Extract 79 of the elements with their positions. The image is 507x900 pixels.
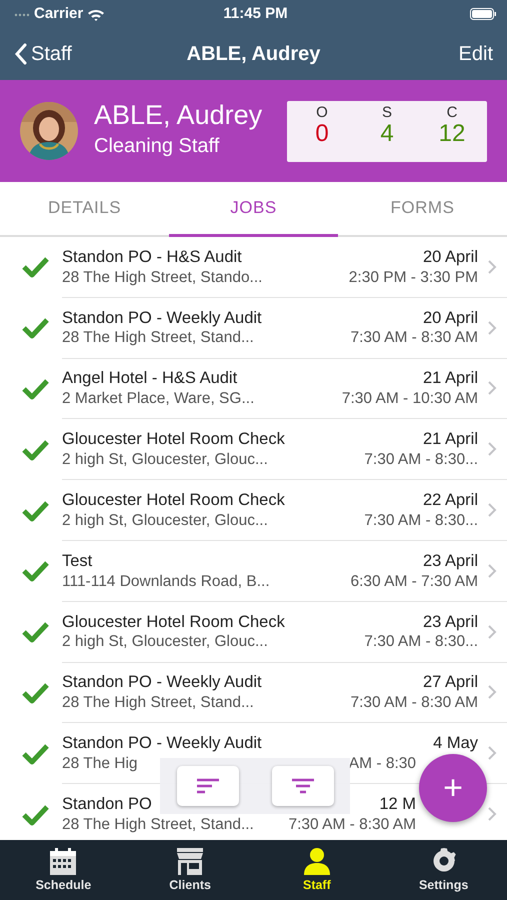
job-address: 111-114 Downlands Road, B... — [62, 572, 270, 591]
job-address: 28 The Hig — [62, 754, 138, 774]
job-title: Gloucester Hotel Room Check — [62, 429, 285, 450]
tab-bar-item[interactable]: Settings — [380, 840, 507, 900]
job-time: 7:30 AM - 8:30... — [364, 510, 478, 530]
job-title: Standon PO — [62, 794, 152, 815]
job-time: AM - 8:30 — [348, 754, 417, 774]
job-title: Gloucester Hotel Room Check — [62, 612, 285, 632]
chevron-icon — [488, 624, 497, 639]
count-label: O — [316, 104, 328, 121]
store-icon — [175, 846, 206, 876]
job-title: Standon PO - H&S Audit — [62, 246, 242, 268]
job-date: 23 April — [422, 612, 478, 632]
job-address: 2 Market Place, Ware, SG... — [62, 389, 254, 408]
back-button[interactable]: Staff — [14, 39, 187, 69]
status-time: 11:45 PM — [223, 4, 288, 24]
battery-icon — [470, 8, 497, 20]
chevron-icon — [488, 564, 497, 578]
job-time: 7:30 AM - 8:30 AM — [350, 328, 478, 348]
job-title: Angel Hotel - H&S Audit — [62, 368, 238, 390]
filter-icon — [292, 778, 314, 794]
edit-button[interactable]: Edit — [458, 39, 494, 69]
job-time: 2:30 PM - 3:30 PM — [348, 268, 478, 287]
job-date: 23 April — [422, 550, 478, 572]
signal-icon — [14, 11, 30, 17]
job-time: 7:30 AM - 8:30... — [364, 632, 478, 652]
job-address: 2 high St, Gloucester, Glouc... — [62, 450, 268, 470]
job-address: 28 The High Street, Stand... — [62, 693, 254, 712]
job-title: Standon PO - Weekly Audit — [62, 733, 262, 754]
tab[interactable]: JOBS — [169, 182, 338, 237]
job-time: 7:30 AM - 8:30... — [364, 450, 478, 470]
chevron-icon — [488, 685, 497, 700]
person-icon — [302, 846, 332, 876]
job-address: 2 high St, Gloucester, Glouc... — [62, 632, 268, 652]
job-date: 4 May — [433, 733, 478, 754]
job-time: 7:30 AM - 8:30 AM — [288, 814, 417, 834]
sort-icon — [196, 778, 218, 794]
filter-button[interactable] — [272, 766, 334, 806]
count-value: 0 — [315, 121, 329, 148]
job-address: 28 The High Street, Stand... — [62, 328, 254, 348]
tab-bar-item[interactable]: Schedule — [0, 840, 127, 900]
job-time: 7:30 AM - 10:30 AM — [342, 389, 478, 408]
job-date: 21 April — [422, 429, 478, 450]
job-date: 20 April — [422, 246, 478, 268]
job-date: 20 April — [422, 308, 478, 328]
count-value: 12 — [438, 121, 466, 148]
profile-name: ABLE, Audrey — [94, 101, 262, 131]
chevron-icon — [488, 260, 497, 274]
job-title: Gloucester Hotel Room Check — [62, 490, 285, 511]
job-address: 28 The High Street, Stand... — [62, 814, 254, 834]
chevron-icon — [488, 442, 497, 456]
chevron-icon — [488, 746, 497, 760]
chevron-icon — [488, 381, 497, 396]
count-label: S — [382, 104, 392, 121]
count-value: 4 — [380, 121, 394, 148]
job-time: 6:30 AM - 7:30 AM — [350, 572, 478, 591]
chevron-icon — [488, 320, 497, 335]
job-date: 21 April — [422, 368, 478, 390]
job-title: Standon PO - Weekly Audit — [62, 308, 262, 328]
profile-role: Cleaning Staff — [94, 134, 220, 159]
tab-bar-item[interactable]: Staff — [254, 840, 380, 900]
job-date: 12 M — [379, 794, 417, 815]
job-date: 22 April — [422, 490, 478, 511]
job-title: Test — [62, 550, 92, 572]
sort-button[interactable] — [176, 766, 238, 806]
job-date: 27 April — [422, 672, 478, 694]
carrier-name: Carrier — [34, 4, 84, 24]
job-address: 28 The High Street, Stando... — [62, 268, 262, 287]
chevron-icon — [488, 807, 497, 822]
job-address: 2 high St, Gloucester, Glouc... — [62, 510, 268, 530]
count-label: C — [446, 104, 458, 121]
job-title: Standon PO - Weekly Audit — [62, 672, 262, 694]
tab-bar-item[interactable]: Clients — [126, 840, 254, 900]
back-icon — [14, 43, 27, 65]
add-button[interactable]: + — [419, 754, 487, 822]
job-time: 7:30 AM - 8:30 AM — [350, 693, 478, 712]
calendar-icon — [48, 846, 78, 876]
chevron-icon — [488, 503, 497, 518]
nav-title: ABLE, Audrey — [186, 42, 320, 67]
